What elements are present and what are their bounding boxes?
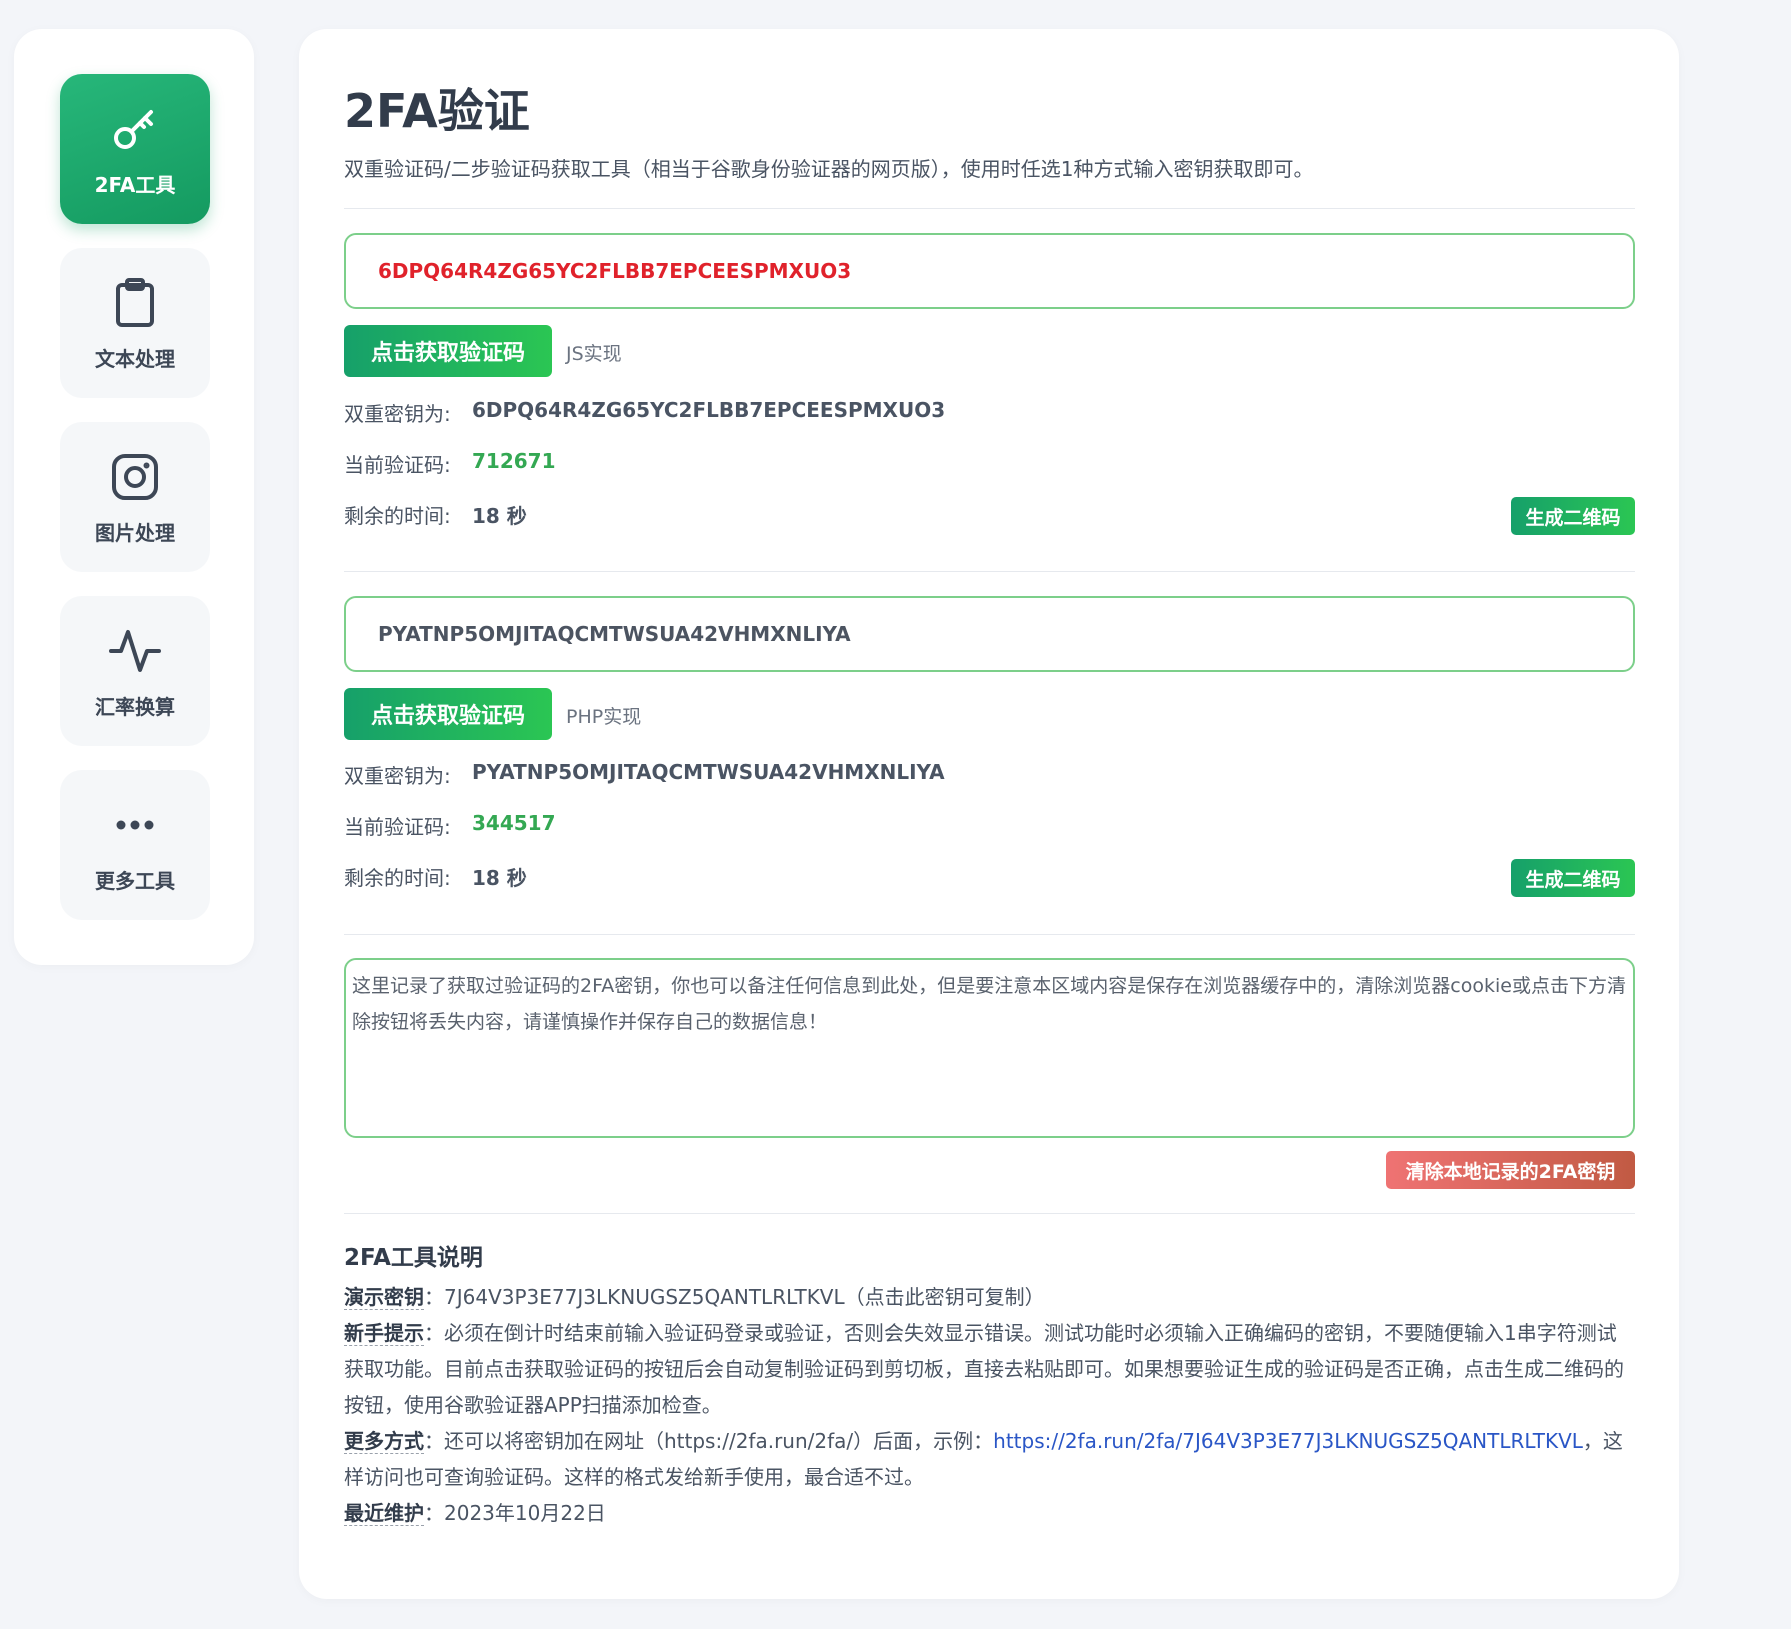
help-tip-row: 新手提示：必须在倒计时结束前输入验证码登录或验证，否则会失效显示错误。测试功能时… — [344, 1315, 1635, 1423]
sidebar-item-2fa-tool[interactable]: 2FA工具 — [60, 74, 210, 224]
js-get-code-button[interactable]: 点击获取验证码 — [344, 325, 552, 377]
sidebar-item-label: 汇率换算 — [95, 694, 175, 719]
php-secret-input[interactable] — [344, 596, 1635, 672]
clipboard-icon — [116, 277, 154, 327]
sidebar-item-label: 图片处理 — [95, 520, 175, 545]
sidebar-item-more-tools[interactable]: 更多工具 — [60, 770, 210, 920]
notes-textarea[interactable] — [344, 958, 1635, 1138]
page-title: 2FA验证 — [344, 84, 530, 138]
sidebar: 2FA工具 文本处理 图片处理 汇率换算 更多工具 — [14, 29, 254, 965]
sidebar-item-text-processing[interactable]: 文本处理 — [60, 248, 210, 398]
help-example-link[interactable]: https://2fa.run/2fa/7J64V3P3E77J3LKNUGSZ… — [993, 1429, 1583, 1453]
js-time-label: 剩余的时间: — [344, 504, 451, 528]
more-dots-icon — [116, 820, 154, 829]
divider — [344, 934, 1635, 935]
help-more-label: 更多方式 — [344, 1429, 424, 1454]
divider — [344, 1213, 1635, 1214]
help-tip-label: 新手提示 — [344, 1321, 424, 1346]
sidebar-item-label: 2FA工具 — [94, 172, 176, 197]
js-impl-label: JS实现 — [566, 343, 622, 365]
js-generate-qr-button[interactable]: 生成二维码 — [1511, 497, 1635, 535]
php-impl-label: PHP实现 — [566, 706, 642, 728]
js-time-value: 18 秒 — [472, 504, 527, 528]
divider — [344, 571, 1635, 572]
php-code-value[interactable]: 344517 — [472, 811, 556, 835]
js-secret-input[interactable] — [344, 233, 1635, 309]
help-demo-row: 演示密钥：7J64V3P3E77J3LKNUGSZ5QANTLRLTKVL（点击… — [344, 1279, 1635, 1315]
sidebar-item-label: 更多工具 — [95, 868, 175, 893]
js-code-label: 当前验证码: — [344, 453, 451, 477]
js-code-value[interactable]: 712671 — [472, 449, 556, 473]
clear-local-keys-button[interactable]: 清除本地记录的2FA密钥 — [1386, 1151, 1635, 1189]
help-title: 2FA工具说明 — [344, 1245, 483, 1271]
php-secret-value: PYATNP5OMJITAQCMTWSUA42VHMXNLIYA — [472, 760, 945, 784]
help-more-text-before: ：还可以将密钥加在网址（https://2fa.run/2fa/）后面，示例： — [424, 1429, 994, 1453]
divider — [344, 208, 1635, 209]
help-tip-text: ：必须在倒计时结束前输入验证码登录或验证，否则会失效显示错误。测试功能时必须输入… — [344, 1321, 1624, 1417]
php-generate-qr-button[interactable]: 生成二维码 — [1511, 859, 1635, 897]
sidebar-item-label: 文本处理 — [95, 346, 175, 371]
php-get-code-button[interactable]: 点击获取验证码 — [344, 688, 552, 740]
js-secret-label: 双重密钥为: — [344, 402, 451, 426]
help-maint-row: 最近维护：2023年10月22日 — [344, 1495, 1635, 1531]
help-demo-label: 演示密钥 — [344, 1285, 424, 1310]
js-secret-value: 6DPQ64R4ZG65YC2FLBB7EPCEESPMXUO3 — [472, 398, 946, 422]
help-more-row: 更多方式：还可以将密钥加在网址（https://2fa.run/2fa/）后面，… — [344, 1423, 1635, 1495]
page-subtitle: 双重验证码/二步验证码获取工具（相当于谷歌身份验证器的网页版），使用时任选1种方… — [344, 157, 1314, 181]
help-section: 演示密钥：7J64V3P3E77J3LKNUGSZ5QANTLRLTKVL（点击… — [344, 1279, 1635, 1531]
php-secret-label: 双重密钥为: — [344, 764, 451, 788]
php-code-label: 当前验证码: — [344, 815, 451, 839]
sidebar-item-image-processing[interactable]: 图片处理 — [60, 422, 210, 572]
key-icon — [114, 109, 153, 149]
help-maint-text: ：2023年10月22日 — [424, 1501, 606, 1525]
php-time-value: 18 秒 — [472, 866, 527, 890]
php-time-label: 剩余的时间: — [344, 866, 451, 890]
sidebar-item-exchange-rate[interactable]: 汇率换算 — [60, 596, 210, 746]
instagram-icon — [112, 453, 158, 500]
help-maint-label: 最近维护 — [344, 1501, 424, 1526]
help-demo-text[interactable]: ：7J64V3P3E77J3LKNUGSZ5QANTLRLTKVL（点击此密钥可… — [424, 1285, 1045, 1309]
activity-icon — [109, 629, 161, 672]
main-panel: 2FA验证 双重验证码/二步验证码获取工具（相当于谷歌身份验证器的网页版），使用… — [299, 29, 1679, 1599]
